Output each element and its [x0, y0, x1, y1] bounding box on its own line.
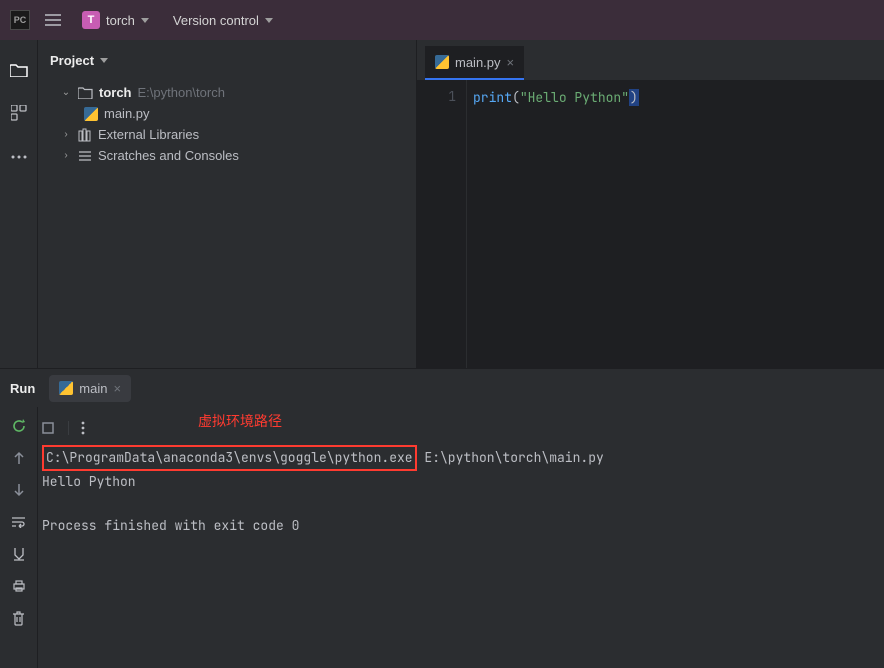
project-selector[interactable]: T torch [76, 7, 155, 33]
print-icon[interactable] [8, 575, 30, 597]
editor-tab-main[interactable]: main.py × [425, 46, 524, 80]
console-blank-line [42, 493, 880, 515]
close-tab-icon[interactable]: × [507, 55, 515, 70]
main-area: Project ⌄ torch E:\python\torch main.py … [0, 40, 884, 368]
tree-row-external[interactable]: › External Libraries [44, 124, 410, 145]
project-panel-header[interactable]: Project [38, 40, 416, 80]
editor-gutter: 1 [417, 80, 467, 368]
code-line[interactable]: print("Hello Python") [473, 88, 878, 108]
close-tab-icon[interactable]: × [113, 381, 121, 396]
folder-icon [78, 87, 93, 99]
library-icon [78, 128, 92, 142]
run-panel-header: Run main × [0, 369, 884, 407]
console-line-cmd: C:\ProgramData\anaconda3\envs\goggle\pyt… [42, 445, 880, 471]
run-panel: Run main × [0, 368, 884, 668]
line-number: 1 [417, 88, 456, 105]
run-tab-label: main [79, 381, 107, 396]
annotation-label: 虚拟环境路径 [198, 411, 282, 433]
app-logo: PC [10, 10, 30, 30]
python-file-icon [435, 55, 449, 69]
chevron-down-icon [100, 58, 108, 63]
tree-root-name: torch [99, 85, 132, 100]
project-badge: T [82, 11, 100, 29]
tree-external-label: External Libraries [98, 127, 199, 142]
expand-arrow-icon[interactable]: ⌄ [60, 87, 72, 98]
version-control-selector[interactable]: Version control [167, 9, 279, 32]
console-line-exit: Process finished with exit code 0 [42, 515, 880, 537]
code-content[interactable]: print("Hello Python") [467, 80, 884, 368]
python-file-icon [84, 107, 98, 121]
project-tool-icon[interactable] [8, 58, 30, 80]
more-tools-icon[interactable] [8, 146, 30, 168]
editor-tab-label: main.py [455, 55, 501, 70]
run-config-tab[interactable]: main × [49, 375, 131, 402]
expand-arrow-icon[interactable]: › [60, 150, 72, 161]
tree-file-name: main.py [104, 106, 150, 121]
python-file-icon [59, 381, 73, 395]
tree-row-root[interactable]: ⌄ torch E:\python\torch [44, 82, 410, 103]
run-console[interactable]: 虚拟环境路径 C:\ProgramData\anaconda3\envs\gog… [38, 407, 884, 668]
left-tool-stripe [0, 40, 38, 368]
main-menu-icon[interactable] [42, 9, 64, 31]
more-actions-icon[interactable] [68, 421, 85, 435]
run-left-toolbar [0, 407, 38, 668]
tree-scratches-label: Scratches and Consoles [98, 148, 239, 163]
titlebar: PC T torch Version control [0, 0, 884, 40]
structure-tool-icon[interactable] [8, 102, 30, 124]
editor-area: main.py × 1 print("Hello Python") [416, 40, 884, 368]
run-top-controls: 虚拟环境路径 [38, 415, 880, 445]
tree-row-scratches[interactable]: › Scratches and Consoles [44, 145, 410, 166]
tree-row-file[interactable]: main.py [44, 103, 410, 124]
chevron-down-icon [265, 18, 273, 23]
tree-root-path: E:\python\torch [138, 85, 225, 100]
editor-body[interactable]: 1 print("Hello Python") [417, 80, 884, 368]
vcs-label: Version control [173, 13, 259, 28]
trash-icon[interactable] [8, 607, 30, 629]
scratches-icon [78, 150, 92, 162]
project-tree: ⌄ torch E:\python\torch main.py › Extern… [38, 80, 416, 368]
project-name: torch [106, 13, 135, 28]
chevron-down-icon [141, 18, 149, 23]
stop-icon[interactable] [42, 422, 54, 434]
rerun-icon[interactable] [8, 415, 30, 437]
run-panel-title: Run [10, 381, 35, 396]
run-body: 虚拟环境路径 C:\ProgramData\anaconda3\envs\gog… [0, 407, 884, 668]
project-panel-title: Project [50, 53, 94, 68]
expand-arrow-icon[interactable]: › [60, 129, 72, 140]
project-panel: Project ⌄ torch E:\python\torch main.py … [38, 40, 416, 368]
highlighted-interpreter-path: C:\ProgramData\anaconda3\envs\goggle\pyt… [42, 445, 417, 471]
down-arrow-icon[interactable] [8, 479, 30, 501]
console-line-output: Hello Python [42, 471, 880, 493]
up-arrow-icon[interactable] [8, 447, 30, 469]
scroll-to-end-icon[interactable] [8, 543, 30, 565]
editor-tabs: main.py × [417, 40, 884, 80]
soft-wrap-icon[interactable] [8, 511, 30, 533]
